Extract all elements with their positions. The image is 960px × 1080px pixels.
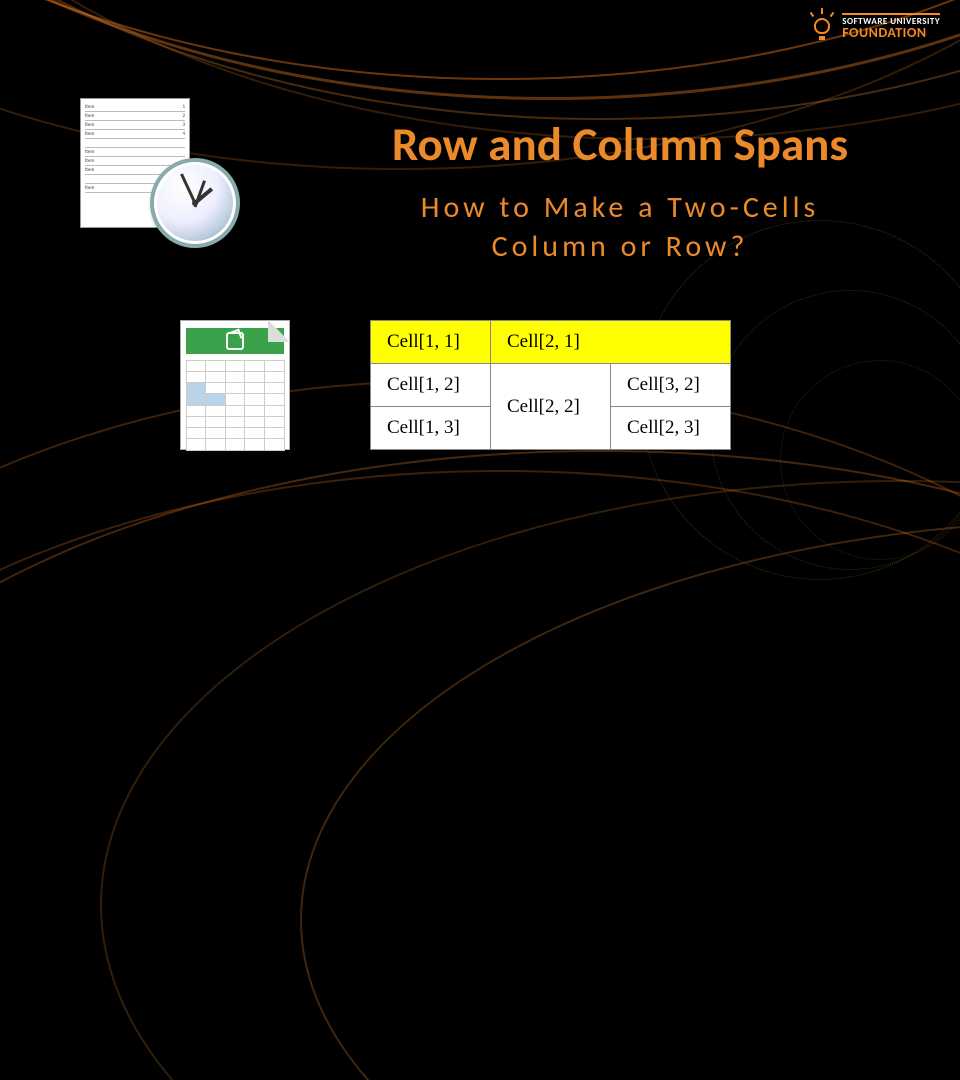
background-decoration: [0, 0, 960, 540]
slide-subtitle: How to Make a Two-Cells Column or Row?: [300, 188, 940, 266]
span-example-table: Cell[1, 1] Cell[2, 1] Cell[1, 2] Cell[2,…: [370, 320, 731, 450]
spreadsheet-illustration: [170, 320, 300, 460]
schedule-clock-illustration: Item1 Item2 Item3 Item4 Item Item Item I…: [80, 98, 250, 248]
clock-icon: [150, 158, 240, 248]
slide-title: Row and Column Spans: [300, 115, 940, 173]
logo-text-line2: FOUNDATION: [842, 26, 940, 40]
table-cell-colspan: Cell[2, 1]: [491, 321, 731, 364]
foundation-logo: SOFTWARE UNIVERSITY FOUNDATION: [808, 12, 940, 40]
table-cell-rowspan: Cell[2, 2]: [491, 364, 611, 450]
lightbulb-icon: [808, 12, 836, 40]
table-cell: Cell[2, 3]: [611, 407, 731, 450]
subtitle-line1: How to Make a Two-Cells: [421, 189, 820, 226]
table-cell: Cell[3, 2]: [611, 364, 731, 407]
table-cell: Cell[1, 3]: [371, 407, 491, 450]
table-cell: Cell[1, 1]: [371, 321, 491, 364]
spreadsheet-grid-icon: [186, 360, 284, 450]
subtitle-line2: Column or Row?: [492, 228, 749, 265]
table-cell: Cell[1, 2]: [371, 364, 491, 407]
